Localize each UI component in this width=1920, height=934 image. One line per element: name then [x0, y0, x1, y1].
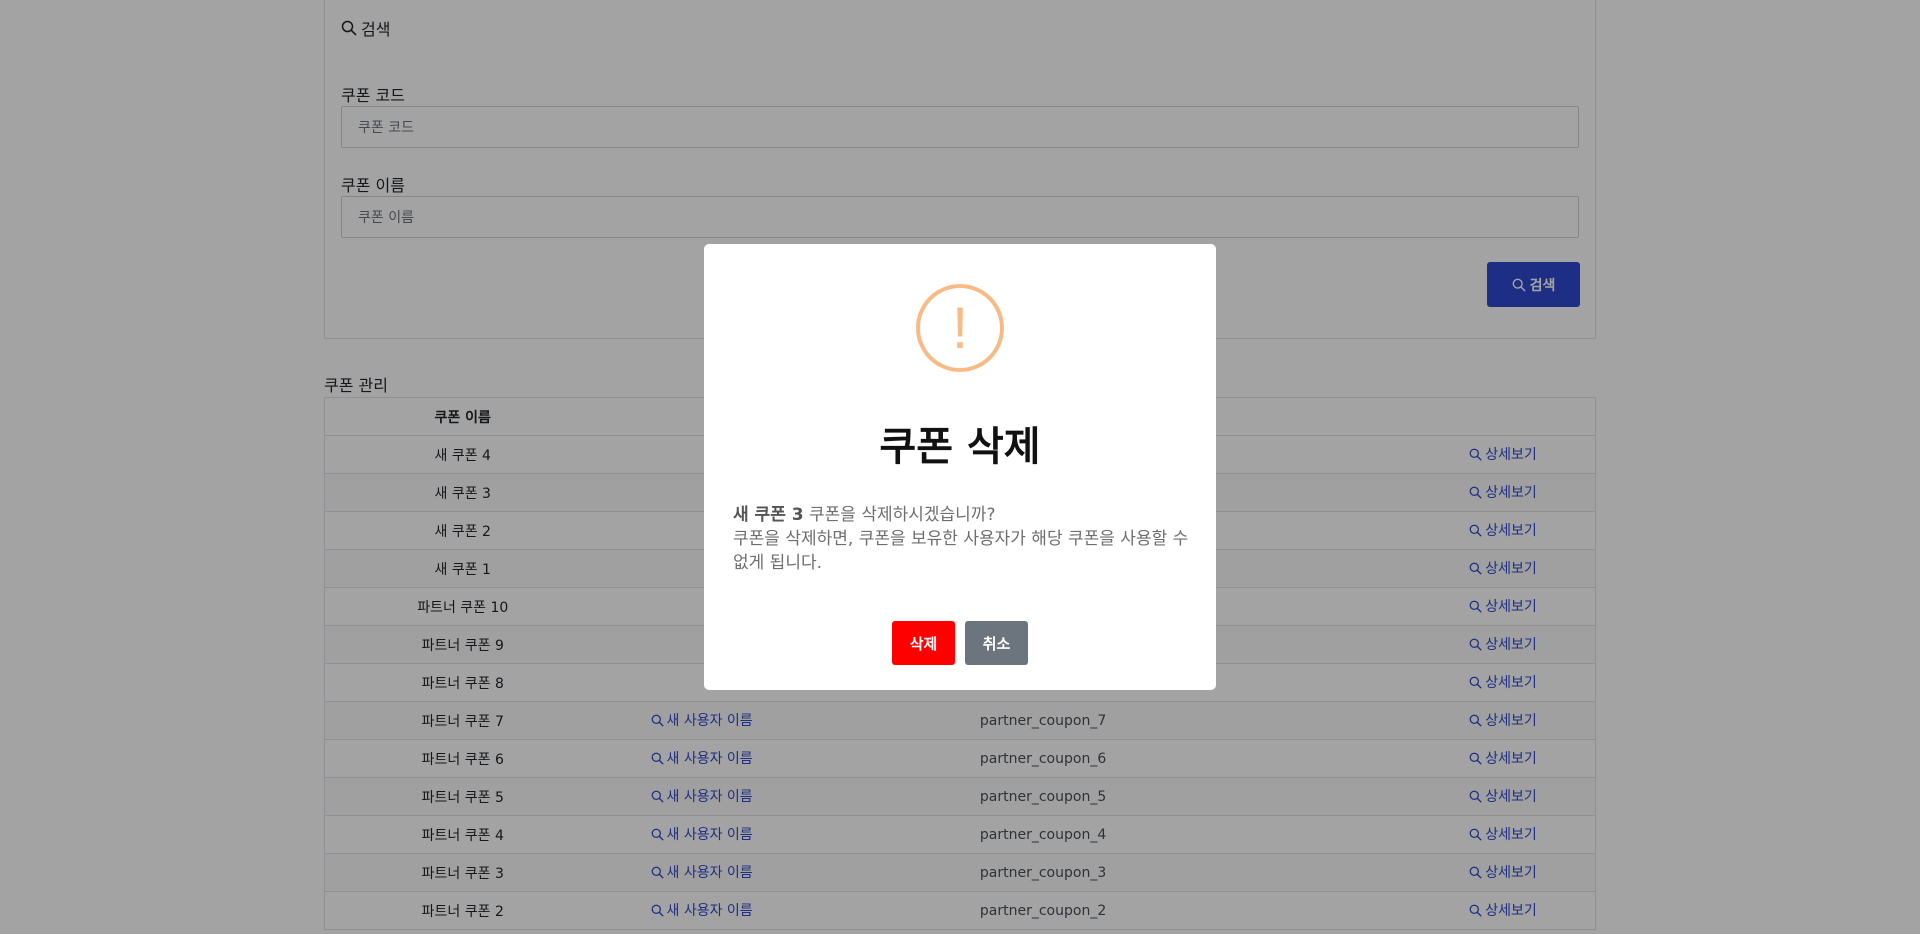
delete-coupon-dialog: ! 쿠폰 삭제 새 쿠폰 3 쿠폰을 삭제하시겠습니까? 쿠폰을 삭제하면, 쿠… [704, 244, 1216, 690]
delete-button[interactable]: 삭제 [892, 621, 955, 665]
dialog-line2: 쿠폰을 삭제하면, 쿠폰을 보유한 사용자가 해당 쿠폰을 사용할 수 없게 됩… [733, 529, 1189, 573]
dialog-title: 쿠폰 삭제 [879, 424, 1041, 470]
cancel-button[interactable]: 취소 [965, 621, 1028, 665]
dialog-target-name: 새 쿠폰 3 [733, 505, 804, 525]
exclamation-icon: ! [916, 284, 1004, 372]
dialog-line1: 쿠폰을 삭제하시겠습니까? [803, 505, 996, 525]
coupon-management-page: 검색 쿠폰 코드 쿠폰 코드 쿠폰 이름 쿠폰 이름 검색 쿠폰 관리 쿠폰 이… [0, 0, 1920, 934]
dialog-message: 새 쿠폰 3 쿠폰을 삭제하시겠습니까? 쿠폰을 삭제하면, 쿠폰을 보유한 사… [733, 503, 1189, 575]
